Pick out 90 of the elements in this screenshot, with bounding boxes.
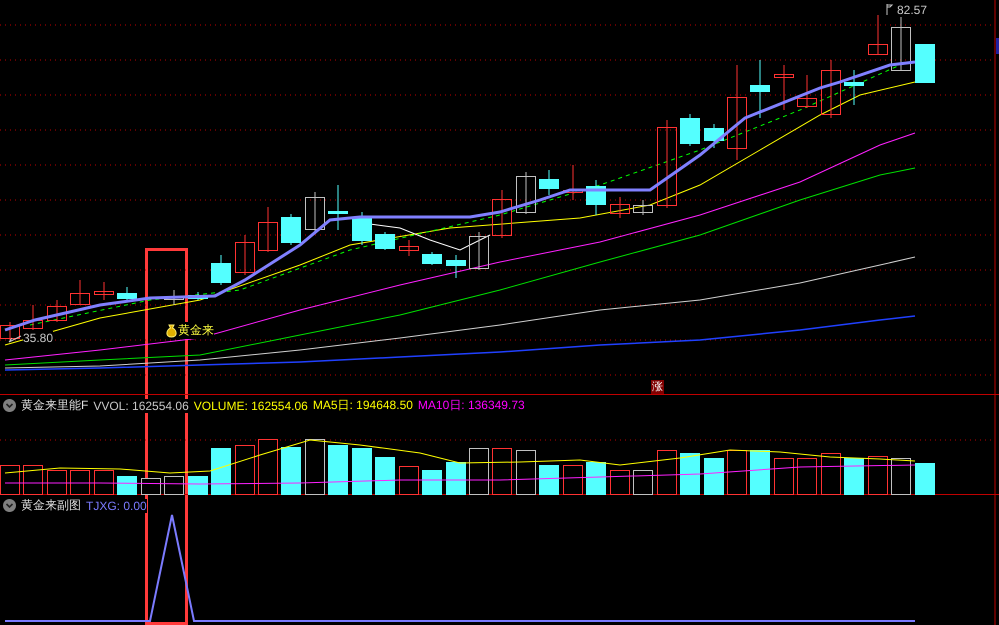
volume-bar (352, 448, 372, 495)
volume-bar (868, 456, 888, 495)
volume-bar (47, 470, 67, 495)
candlestick (539, 170, 559, 196)
candlestick (117, 286, 137, 300)
candlestick (633, 200, 653, 216)
volume-bar (704, 458, 724, 495)
volume-bar (375, 457, 395, 495)
candlestick (422, 252, 442, 266)
candlestick (258, 206, 278, 252)
volume-bar (305, 439, 325, 495)
candlestick (235, 234, 255, 276)
indicator-value: VOLUME: 162554.06 (194, 398, 308, 412)
candlestick (492, 190, 512, 238)
candlestick (680, 114, 700, 146)
volume-bar (469, 448, 489, 495)
volume-bar (188, 476, 208, 495)
indicator-value: TJXG: 0.00 (86, 498, 147, 512)
candlestick (47, 300, 67, 322)
volume-bar (539, 465, 559, 495)
volume-bar (281, 447, 301, 495)
volume-bar (23, 465, 43, 495)
candlestick (797, 74, 817, 108)
candlestick (915, 44, 935, 83)
volume-bar (235, 445, 255, 495)
volume-bar (516, 450, 536, 495)
chevron-circle-icon[interactable] (3, 399, 16, 412)
volume-bar (94, 470, 114, 495)
candlestick (610, 196, 630, 218)
indicator-value: VVOL: 162554.06 (93, 398, 189, 412)
volume-bar (821, 453, 841, 495)
candlestick (281, 214, 301, 246)
candlestick (328, 184, 348, 230)
volume-bar (797, 458, 817, 495)
candlestick (704, 124, 724, 148)
volume-bar (774, 458, 794, 495)
volume-bar (610, 470, 630, 495)
volume-bar (446, 462, 466, 495)
money-bag-icon (165, 324, 178, 338)
volume-bar (680, 453, 700, 495)
low-price-label: 35.80 (23, 331, 54, 345)
candlestick (586, 180, 606, 216)
candlestick (352, 212, 372, 246)
volume-bar (141, 478, 161, 495)
volume-bar (399, 466, 419, 495)
candlestick (844, 70, 864, 106)
volume-bar (328, 445, 348, 495)
flag-icon (885, 3, 895, 15)
candlestick (446, 254, 466, 278)
candlestick (23, 304, 43, 330)
volume-bar (422, 470, 442, 495)
volume-bar (164, 476, 184, 495)
volume-bar (915, 463, 935, 495)
volume-bar (727, 450, 747, 495)
candlestick (868, 14, 888, 55)
candlestick (164, 290, 184, 306)
volume-bar (750, 450, 770, 495)
candlestick (211, 254, 231, 286)
volume-bar (563, 465, 583, 495)
volume-bar (211, 448, 231, 495)
volume-bar (492, 448, 512, 495)
volume-bar (633, 470, 653, 495)
scroll-marker (996, 38, 999, 54)
volume-bar (586, 462, 606, 495)
candlestick (375, 232, 395, 250)
candlestick (305, 192, 325, 232)
chevron-circle-icon[interactable] (3, 499, 16, 512)
candlestick (399, 240, 419, 256)
rise-marker: 涨 (651, 380, 664, 394)
arrow-icon (8, 333, 22, 343)
volume-bar (117, 476, 137, 495)
candlestick (469, 232, 489, 270)
candlestick (94, 282, 114, 300)
candlestick (774, 64, 794, 110)
candlestick (563, 164, 583, 200)
volume-bar (258, 439, 278, 495)
candlestick (188, 292, 208, 300)
candlestick (821, 60, 841, 118)
volume-bar (844, 458, 864, 495)
panel-title: 黄金来里能F (21, 397, 88, 414)
candlestick (750, 60, 770, 118)
high-price-label: 82.57 (897, 3, 928, 17)
volume-bar (891, 458, 911, 495)
signal-label: 黄金来 (178, 322, 214, 339)
candlestick (516, 172, 536, 214)
candlestick (0, 322, 20, 340)
volume-bar (657, 450, 677, 495)
candlestick (70, 280, 90, 306)
panel-title: 黄金来副图 (21, 497, 81, 514)
volume-bar (70, 470, 90, 495)
